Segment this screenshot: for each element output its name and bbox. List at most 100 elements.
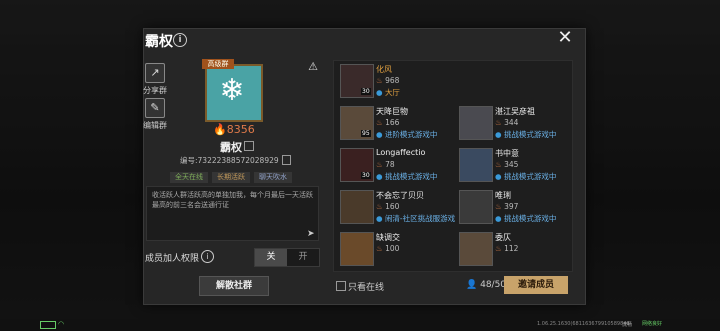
status-dot-icon: ● (495, 214, 502, 223)
copy-id-icon[interactable] (282, 155, 291, 165)
member-card[interactable]: 缺调交 ♨ 100 (336, 230, 451, 266)
flame-icon: ♨ (495, 118, 502, 127)
member-card[interactable]: 30 Longaffectio ♨ 78 ● 挑战模式游戏中 (336, 146, 451, 182)
member-status-text: 挑战模式游戏中 (503, 130, 557, 139)
member-score: ♨ 166 (376, 118, 399, 127)
copy-name-icon[interactable] (244, 141, 254, 151)
member-score: ♨ 968 (376, 76, 399, 85)
tag-chat: 聊天吹水 (254, 172, 292, 183)
invite-member-button[interactable]: 邀请成员 (504, 276, 568, 294)
rank-badge: 高级群 (202, 59, 234, 69)
member-status-text: 大厅 (384, 88, 400, 97)
member-card[interactable]: 不会忘了贝贝 ♨ 160 ● 闹清-社区挑战服游戏 (336, 188, 455, 224)
member-count: 👤 48/50 (466, 280, 506, 290)
share-group-label: 分享群 (143, 86, 167, 95)
member-avatar[interactable] (340, 190, 374, 224)
share-group-button[interactable]: ↗ 分享群 (143, 63, 167, 96)
member-status: ● 闹清-社区挑战服游戏 (376, 213, 455, 224)
member-card[interactable]: 书中意 ♨ 345 ● 挑战模式游戏中 (455, 146, 570, 182)
member-card[interactable]: 30 化风 ♨ 968 ● 大厅 (336, 62, 451, 98)
member-score-value: 166 (385, 118, 400, 127)
member-status-text: 进阶模式游戏中 (384, 130, 438, 139)
member-level: 30 (361, 88, 371, 95)
status-dot-icon: ● (376, 130, 383, 139)
member-card[interactable]: 委仄 ♨ 112 (455, 230, 570, 266)
member-status-text: 闹清-社区挑战服游戏 (384, 214, 456, 223)
member-avatar[interactable] (459, 190, 493, 224)
status-dot-icon: ● (376, 214, 383, 223)
member-status: ● 挑战模式游戏中 (495, 213, 556, 224)
dialog-title: 霸权 (145, 34, 173, 50)
status-dot-icon: ● (495, 172, 502, 181)
warning-icon[interactable]: ⚠ (307, 61, 319, 73)
member-level: 95 (361, 130, 371, 137)
group-name: 霸权 (220, 141, 242, 154)
version-text: 1.06.25.1630(681163679910589840 (537, 321, 630, 327)
status-dot-icon: ● (376, 172, 383, 181)
member-status: ● 挑战模式游戏中 (495, 129, 556, 140)
member-card[interactable]: 湛江吴彦祖 ♨ 344 ● 挑战模式游戏中 (455, 104, 570, 140)
member-status-text: 挑战模式游戏中 (503, 172, 557, 181)
member-status: ● 进阶模式游戏中 (376, 129, 437, 140)
help-icon[interactable]: i (173, 33, 187, 47)
member-score: ♨ 345 (495, 160, 518, 169)
person-icon: 👤 (466, 280, 478, 290)
permission-label: 成员加人权限 (145, 254, 200, 264)
member-score-value: 100 (385, 244, 400, 253)
member-name: 缺调交 (376, 233, 400, 242)
toggle-off[interactable]: 关 (255, 249, 287, 266)
edit-group-button[interactable]: ✎ 编辑群 (143, 98, 167, 131)
disband-group-button[interactable]: 解散社群 (199, 276, 269, 296)
group-description[interactable]: 收活跃人群活跃高的单独加我，每个月最后一天活跃最高的前三名会送通行证 (146, 186, 319, 241)
member-score: ♨ 344 (495, 118, 518, 127)
member-avatar[interactable] (459, 148, 493, 182)
online-only-checkbox[interactable] (336, 281, 346, 291)
flame-icon: ♨ (376, 244, 383, 253)
status-dot-icon: ● (376, 88, 383, 97)
member-score: ♨ 397 (495, 202, 518, 211)
permission-help-icon[interactable]: i (201, 250, 214, 263)
flame-icon: ♨ (376, 160, 383, 169)
flame-icon: ♨ (376, 202, 383, 211)
member-score-value: 112 (504, 244, 519, 253)
share-icon: ↗ (145, 63, 165, 83)
member-status-text: 挑战模式游戏中 (384, 172, 438, 181)
member-score-value: 78 (385, 160, 395, 169)
member-avatar[interactable] (340, 232, 374, 266)
member-card[interactable]: 95 天降巨物 ♨ 166 ● 进阶模式游戏中 (336, 104, 451, 140)
network-text: 网络良好 (642, 321, 663, 327)
member-name: 唯琍 (495, 191, 511, 200)
member-score-value: 968 (385, 76, 400, 85)
status-dot-icon: ● (495, 130, 502, 139)
group-id: 编号:73222388572028929 (180, 156, 279, 165)
member-name: Longaffectio (376, 148, 426, 157)
member-score-value: 397 (504, 202, 519, 211)
online-only-label: 只看在线 (348, 283, 385, 293)
member-count-text: 48/50 (480, 280, 507, 290)
member-name: 委仄 (495, 233, 511, 242)
member-name: 天降巨物 (376, 107, 408, 116)
member-card[interactable]: 唯琍 ♨ 397 ● 挑战模式游戏中 (455, 188, 570, 224)
member-status: ● 大厅 (376, 87, 400, 98)
permission-toggle[interactable]: 关 开 (254, 248, 320, 267)
flame-icon: ♨ (495, 202, 502, 211)
toggle-on[interactable]: 开 (287, 249, 319, 266)
flame-icon: ♨ (495, 160, 502, 169)
member-avatar[interactable] (459, 232, 493, 266)
flame-icon: ♨ (495, 244, 502, 253)
member-score: ♨ 160 (376, 202, 399, 211)
flame-icon: ♨ (376, 76, 383, 85)
pencil-icon: ✎ (145, 98, 165, 118)
member-name: 不会忘了贝贝 (376, 191, 424, 200)
battery-icon (40, 321, 56, 329)
close-icon[interactable]: ✕ (557, 29, 573, 47)
member-avatar[interactable] (459, 106, 493, 140)
member-status: ● 挑战模式游戏中 (376, 171, 437, 182)
member-name: 化风 (376, 65, 392, 74)
group-score: 🔥8356 (213, 123, 255, 136)
wifi-icon: ◠ (58, 320, 65, 328)
member-score-value: 345 (504, 160, 519, 169)
performance-text: 流畅 (622, 322, 633, 328)
edit-description-icon[interactable]: ➤ (307, 229, 315, 239)
tag-long-active: 长期活跃 (212, 172, 250, 183)
